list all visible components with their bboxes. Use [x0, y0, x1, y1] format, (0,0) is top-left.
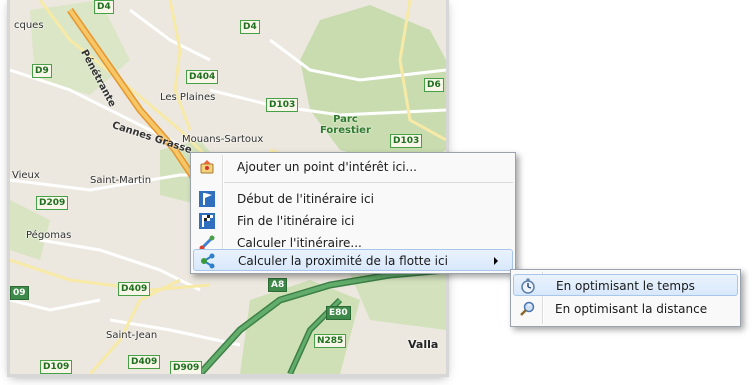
place-label: Saint-Jean [106, 330, 158, 341]
road-shield: D404 [186, 70, 219, 84]
road-shield: D909 [170, 361, 203, 374]
road-shield: D409 [128, 355, 161, 369]
menu-item-fleet-proximity[interactable]: Calculer la proximité de la flotte ici [193, 249, 513, 271]
start-flag-icon [199, 191, 215, 207]
road-shield: 09 [10, 286, 29, 300]
road-shield: D6 [424, 78, 444, 92]
place-label: cques [14, 20, 44, 31]
menu-item-label: Début de l'itinéraire ici [237, 192, 374, 206]
distance-icon [519, 301, 535, 317]
submenu-arrow-icon [494, 257, 498, 265]
road-shield: D103 [390, 134, 423, 148]
menu-item-optimize-time[interactable]: En optimisant le temps [513, 274, 738, 296]
road-shield: A8 [268, 278, 288, 292]
menu-item-label: Calculer l'itinéraire... [237, 236, 362, 250]
stopwatch-icon [520, 278, 536, 294]
road-shield: D103 [266, 98, 299, 112]
add-poi-icon [199, 159, 215, 175]
fleet-proximity-icon [200, 253, 216, 269]
menu-item-add-poi[interactable]: Ajouter un point d'intérêt ici... [193, 156, 513, 178]
menu-item-label: En optimisant le temps [556, 279, 695, 293]
finish-flag-icon [199, 213, 215, 229]
road-shield: D9 [32, 64, 52, 78]
place-label: Mouans-Sartoux [182, 134, 264, 145]
place-label: Saint-Martin [90, 175, 152, 186]
road-shield: D4 [240, 20, 260, 34]
road-shield: E80 [326, 306, 351, 320]
menu-item-optimize-distance[interactable]: En optimisant la distance [513, 298, 738, 320]
place-label: Pégomas [26, 230, 72, 241]
menu-item-route-start[interactable]: Début de l'itinéraire ici [193, 188, 513, 210]
place-label: Valla [408, 338, 439, 351]
menu-item-label: Calculer la proximité de la flotte ici [238, 254, 448, 268]
menu-item-label: Ajouter un point d'intérêt ici... [237, 160, 417, 174]
park-label-line: Parc [333, 114, 358, 125]
road-shield: D109 [40, 360, 73, 374]
place-label: Les Plaines [160, 92, 216, 103]
park-label: Parc Forestier [320, 114, 371, 136]
place-label: Vieux [12, 170, 40, 181]
menu-item-label: En optimisant la distance [555, 302, 708, 316]
road-shield: N285 [314, 334, 347, 348]
context-menu: Ajouter un point d'intérêt ici... Début … [190, 152, 516, 274]
park-label-line: Forestier [320, 125, 371, 136]
fleet-proximity-submenu: En optimisant le temps En optimisant la … [510, 269, 741, 327]
menu-item-route-end[interactable]: Fin de l'itinéraire ici [193, 210, 513, 232]
menu-item-label: Fin de l'itinéraire ici [237, 214, 355, 228]
road-shield: D4 [94, 0, 114, 14]
road-shield: D209 [36, 196, 69, 210]
menu-separator [224, 182, 513, 183]
road-shield: D409 [118, 282, 151, 296]
